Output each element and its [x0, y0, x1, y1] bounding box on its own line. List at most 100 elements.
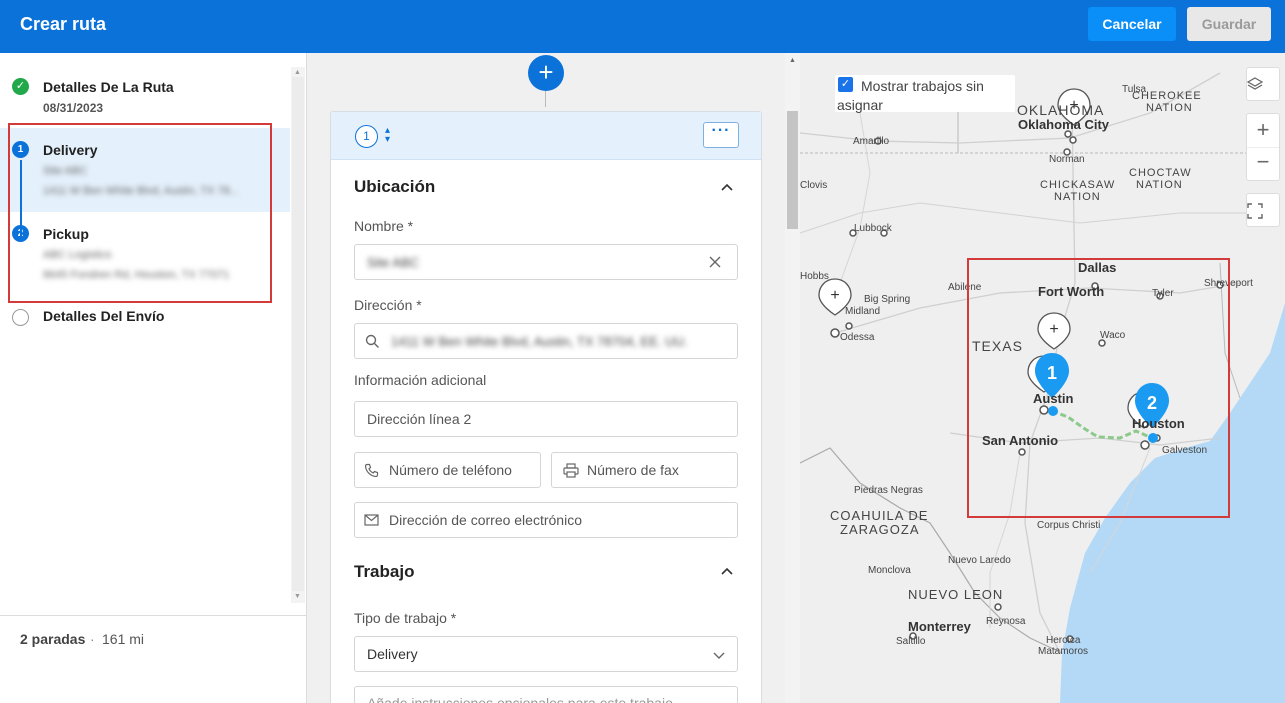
location-section-title: Ubicación: [354, 177, 436, 196]
header-bar: Crear ruta Cancelar Guardar: [0, 0, 1285, 53]
empty-circle-icon: [12, 309, 29, 326]
connector-line: [545, 91, 546, 107]
route-date: 08/31/2023: [43, 101, 104, 115]
additional-info-label: Información adicional: [354, 372, 487, 388]
step-label: Detalles De La Ruta: [43, 79, 174, 95]
more-options-button[interactable]: ···: [703, 122, 739, 148]
name-input[interactable]: Site ABC: [354, 244, 738, 280]
chevron-up-icon[interactable]: [721, 566, 733, 578]
map-label: Oklahoma City: [1018, 117, 1110, 132]
search-icon: [365, 334, 379, 348]
route-summary: 2 paradas · 161 mi: [0, 615, 306, 703]
step-label: Detalles Del Envío: [43, 308, 165, 324]
step-shipment-details[interactable]: Detalles Del Envío: [0, 298, 290, 338]
page-title: Crear ruta: [20, 14, 107, 34]
address-line2-placeholder: Dirección línea 2: [367, 411, 472, 427]
route-distance: 161 mi: [102, 631, 145, 647]
map-label: NATION: [1054, 191, 1101, 203]
save-button[interactable]: Guardar: [1187, 7, 1271, 41]
map-label: CHEROKEE: [1132, 90, 1202, 102]
address-line2-input[interactable]: Dirección línea 2: [354, 401, 738, 437]
map-label: NATION: [1136, 179, 1183, 191]
instructions-input[interactable]: Añade instrucciones opcionales para este…: [354, 686, 738, 703]
reorder-icon[interactable]: ▴ ▾: [385, 126, 390, 145]
chevron-up-icon[interactable]: [721, 182, 733, 194]
map-label: Midland: [845, 306, 880, 317]
job-type-value: Delivery: [367, 646, 418, 662]
highlight-box: [967, 258, 1230, 518]
map-label: Nuevo Laredo: [948, 555, 1011, 566]
zoom-out-button[interactable]: −: [1247, 148, 1279, 180]
sidebar-scrollbar[interactable]: ▲ ▼: [291, 67, 305, 603]
summary-separator: ·: [90, 631, 95, 647]
stop-card-header: 1 ▴ ▾ ···: [331, 112, 761, 160]
route-map[interactable]: + + + 1 2 OKLAHOMA Oklahoma City Norman …: [800, 53, 1285, 703]
job-type-label: Tipo de trabajo *: [354, 610, 457, 626]
stop-editor-panel: + 1 ▴ ▾ ··· Ubicación Nombre * Site ABC D…: [307, 53, 800, 703]
map-label: Reynosa: [986, 616, 1026, 627]
map-label: Amarillo: [853, 136, 890, 147]
map-label: Heroica: [1046, 635, 1081, 646]
instructions-placeholder: Añade instrucciones opcionales para este…: [367, 695, 673, 703]
map-label: Lubbock: [854, 223, 893, 234]
address-label: Dirección *: [354, 297, 422, 313]
map-label: Monterrey: [908, 619, 972, 634]
chevron-down-icon: [713, 652, 725, 659]
show-unassigned-checkbox[interactable]: ✓: [838, 77, 853, 92]
phone-placeholder: Número de teléfono: [389, 462, 512, 478]
address-input[interactable]: 1411 W Ben White Blvd, Austin, TX 78704,…: [354, 323, 738, 359]
stop-number-chip: 1: [355, 125, 378, 148]
fax-icon: [563, 463, 579, 478]
route-steps-sidebar: ✓ Detalles De La Ruta 08/31/2023 1 Deliv…: [0, 53, 307, 703]
stops-count: 2 paradas: [20, 631, 86, 647]
fullscreen-icon: [1247, 203, 1263, 219]
map-label: NUEVO LEON: [908, 587, 1003, 602]
map-label: Matamoros: [1038, 646, 1088, 657]
phone-icon: [364, 463, 379, 478]
map-label: CHICKASAW: [1040, 179, 1115, 191]
step-route-details[interactable]: ✓ Detalles De La Ruta 08/31/2023: [0, 53, 290, 123]
map-label: Clovis: [800, 180, 827, 191]
zoom-controls: + −: [1246, 113, 1280, 181]
map-label: COAHUILA DE: [830, 508, 928, 523]
email-placeholder: Dirección de correo electrónico: [389, 512, 582, 528]
map-label: Corpus Christi: [1037, 520, 1100, 531]
scroll-up-icon[interactable]: ▲: [294, 69, 301, 76]
map-label: ZARAGOZA: [840, 522, 920, 537]
scroll-down-icon[interactable]: ▼: [294, 593, 301, 600]
show-unassigned-toggle[interactable]: Mostrar trabajos sin asignar ✓: [835, 75, 1015, 113]
editor-scrollbar[interactable]: ▲: [785, 53, 800, 703]
map-label: Big Spring: [864, 294, 910, 305]
layers-button[interactable]: [1246, 67, 1280, 101]
scroll-thumb[interactable]: [292, 77, 304, 591]
fax-input[interactable]: Número de fax: [551, 452, 738, 488]
name-value: Site ABC: [367, 255, 420, 270]
email-input[interactable]: Dirección de correo electrónico: [354, 502, 738, 538]
job-section-title: Trabajo: [354, 562, 415, 581]
map-label: CHOCTAW: [1129, 167, 1192, 179]
phone-input[interactable]: Número de teléfono: [354, 452, 541, 488]
fullscreen-button[interactable]: [1246, 193, 1280, 227]
map-label: OKLAHOMA: [1017, 102, 1104, 118]
add-job-icon: +: [830, 287, 839, 304]
highlight-box: [8, 123, 272, 303]
map-label: Monclova: [868, 565, 911, 576]
scroll-up-icon[interactable]: ▲: [789, 57, 796, 64]
check-icon: ✓: [12, 78, 29, 95]
email-icon: [364, 514, 379, 526]
map-label: Odessa: [840, 332, 875, 343]
map-label: Saltillo: [896, 636, 926, 647]
stop-card: 1 ▴ ▾ ··· Ubicación Nombre * Site ABC Dir…: [330, 111, 762, 703]
add-stop-button[interactable]: +: [528, 55, 564, 91]
scroll-thumb[interactable]: [787, 111, 798, 229]
zoom-in-button[interactable]: +: [1247, 114, 1279, 148]
clear-icon[interactable]: [709, 256, 721, 268]
map-label: Piedras Negras: [854, 485, 923, 496]
map-label: Hobbs: [800, 271, 829, 282]
show-unassigned-label: Mostrar trabajos sin asignar: [837, 78, 984, 113]
map-label: NATION: [1146, 102, 1193, 114]
address-value: 1411 W Ben White Blvd, Austin, TX 78704,…: [391, 334, 688, 349]
cancel-button[interactable]: Cancelar: [1088, 7, 1176, 41]
job-type-select[interactable]: Delivery: [354, 636, 738, 672]
name-label: Nombre *: [354, 218, 414, 234]
